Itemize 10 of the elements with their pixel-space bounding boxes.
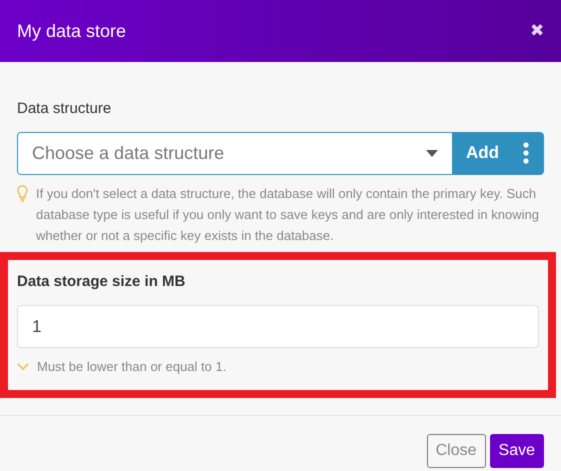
field-label: Data storage size in MB — [17, 272, 186, 292]
lightbulb-icon — [17, 184, 28, 202]
hint-text: Must be lower than or equal to 1. — [37, 358, 226, 376]
dialog-title: My data store — [17, 20, 126, 43]
save-button[interactable]: Save — [490, 434, 544, 468]
field-label: Data structure — [17, 99, 112, 119]
hint-text: If you don't select a data structure, the database will only contain the primary key. Such database type is useful if you only want to save keys and are only interested in knowing whether or not a specific key exists in the database. — [36, 184, 540, 245]
input-field[interactable]: 1 — [17, 305, 539, 348]
chevron-down-icon — [17, 362, 29, 370]
close-button[interactable]: ✖ — [530, 18, 544, 44]
